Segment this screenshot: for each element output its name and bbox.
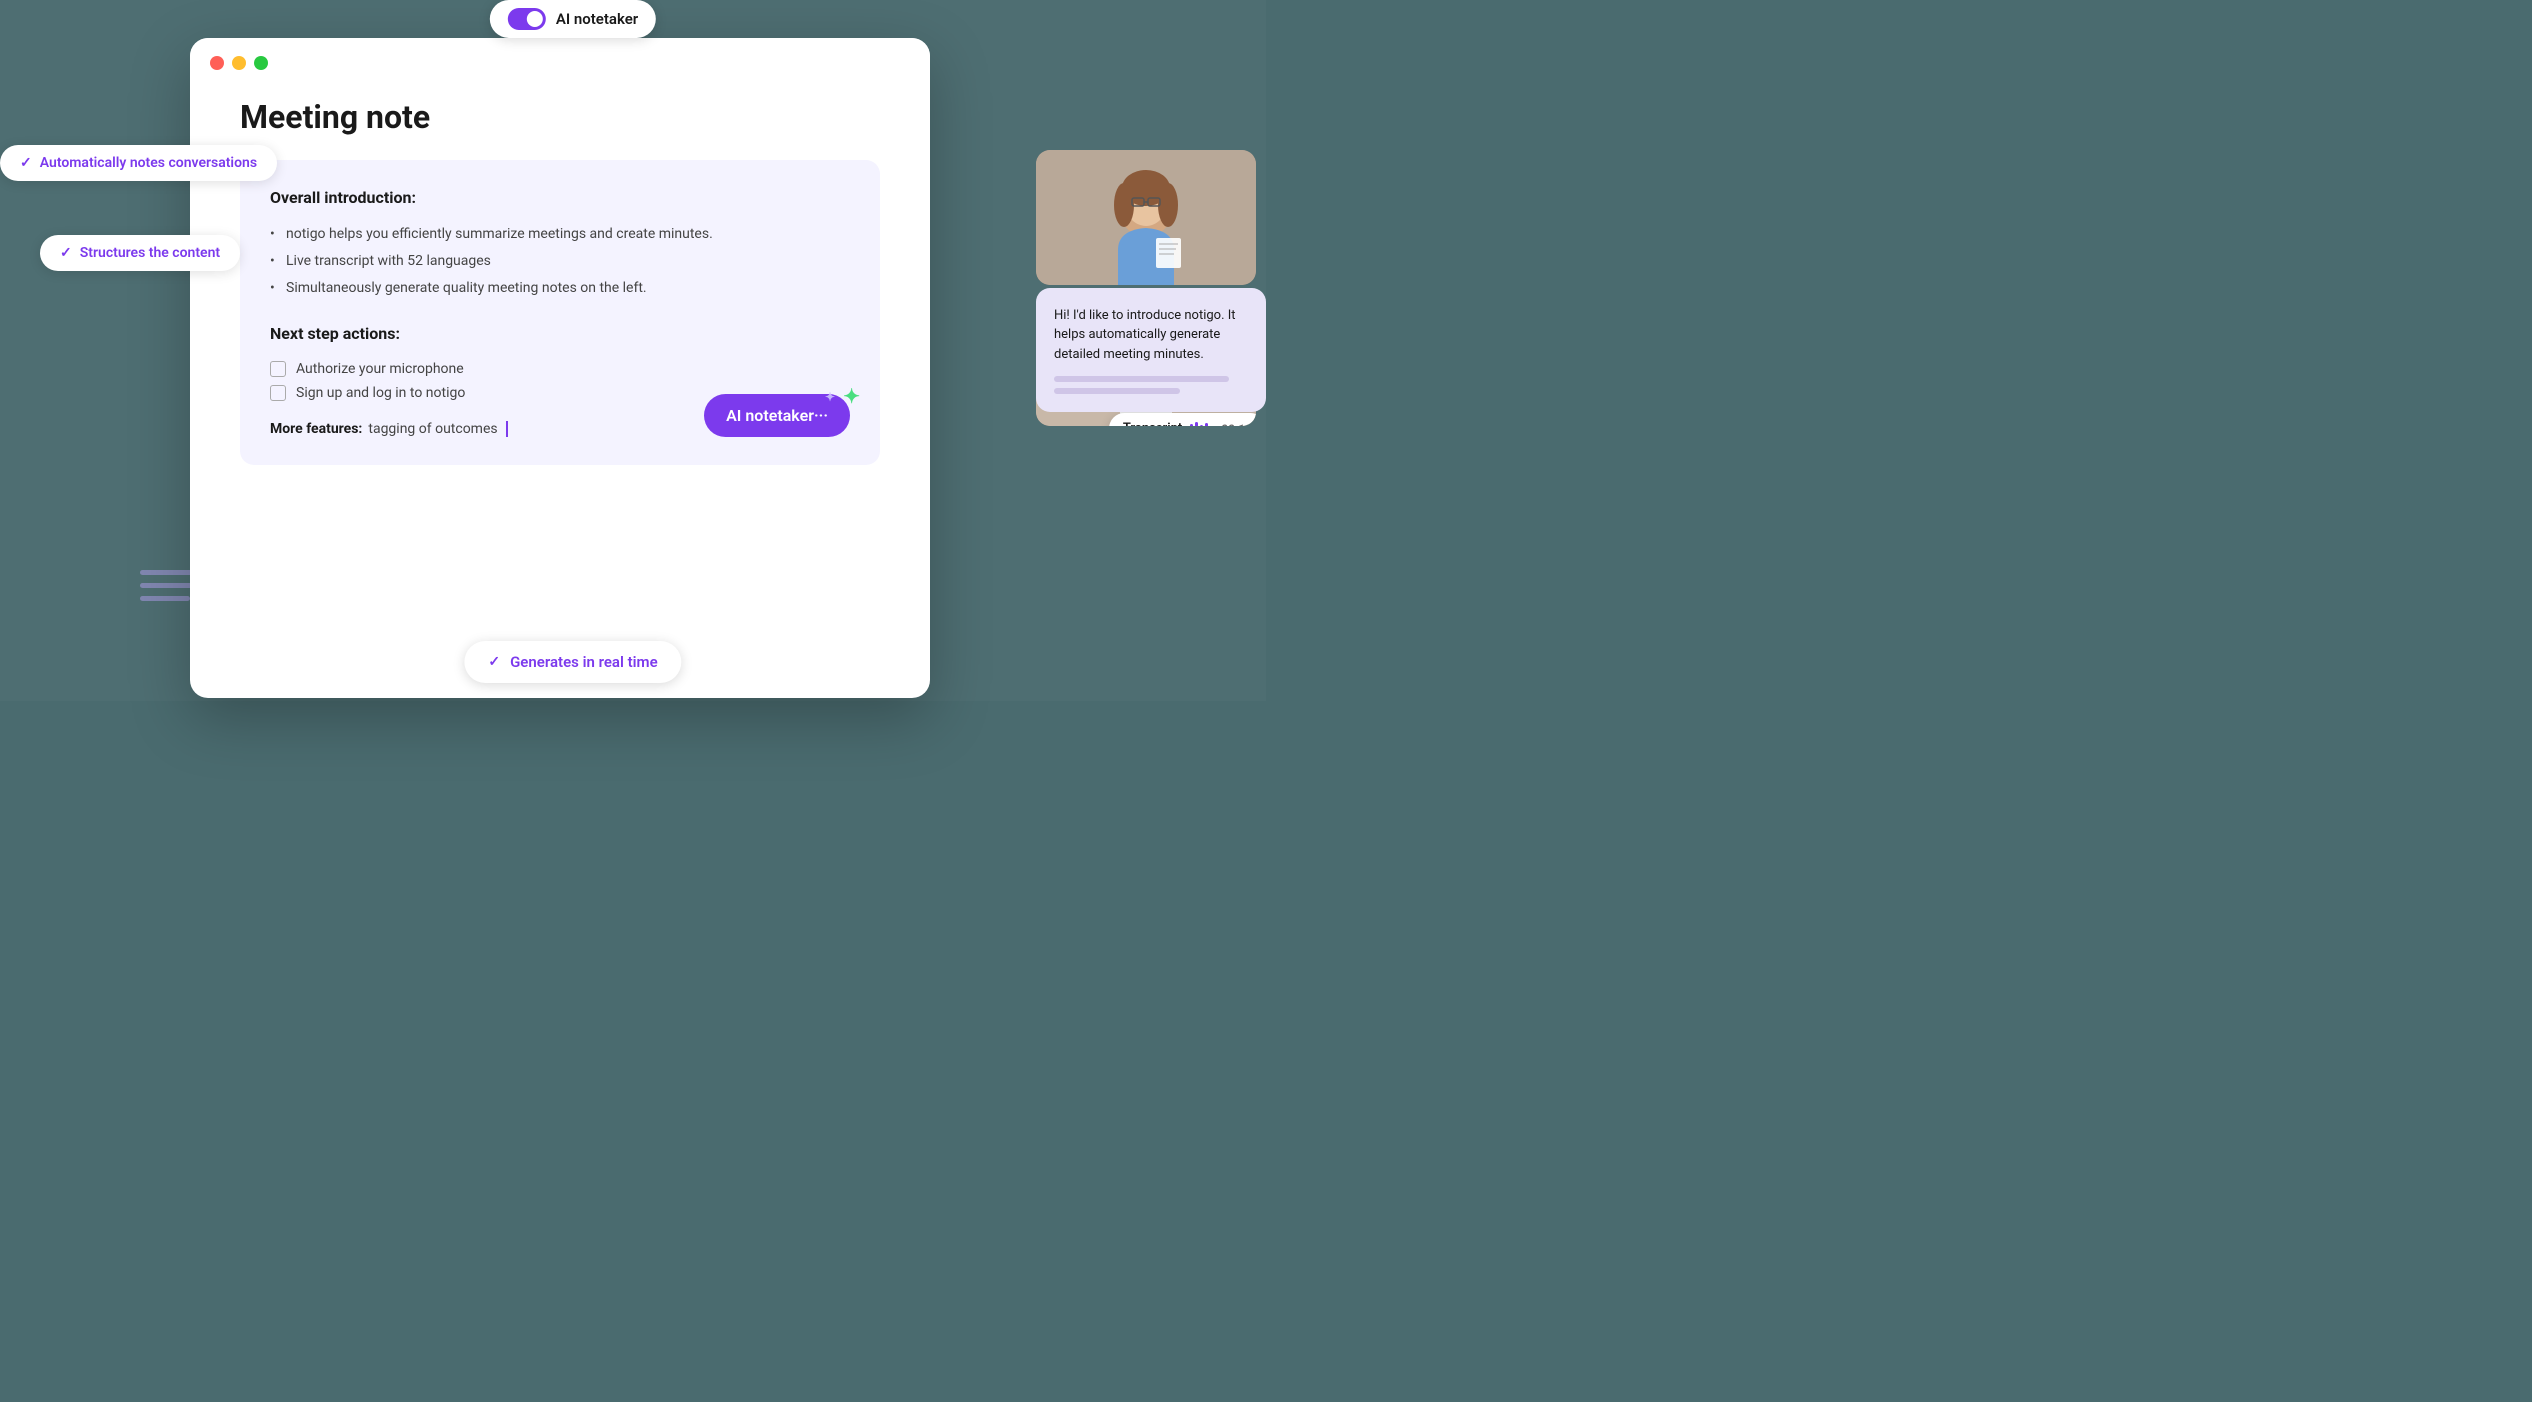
transcript-pill: Transcript 00:12 — [1109, 413, 1256, 426]
structures-label: Structures the content — [80, 245, 220, 261]
checkbox-1[interactable] — [270, 361, 286, 377]
transcript-fade-lines — [1054, 376, 1248, 394]
realtime-label: Generates in real time — [510, 653, 658, 671]
meeting-title: Meeting note — [240, 98, 880, 136]
video-card-1 — [1036, 150, 1256, 285]
ai-bubble-label: AI notetaker··· — [726, 406, 828, 425]
minimize-button[interactable] — [232, 56, 246, 70]
window-content: Meeting note Overall introduction: notig… — [190, 88, 930, 505]
toggle-knob — [527, 11, 543, 27]
more-features-text: tagging of outcomes — [368, 421, 497, 437]
main-window: Meeting note Overall introduction: notig… — [190, 38, 930, 698]
window-titlebar — [190, 38, 930, 88]
wave-bar-2 — [1195, 422, 1198, 427]
right-panel: Transcript 00:12 Hi! I'd like to introdu… — [1036, 150, 1266, 432]
maximize-button[interactable] — [254, 56, 268, 70]
wave-bar-1 — [1190, 424, 1193, 427]
transcript-time: 00:12 — [1221, 422, 1252, 427]
check-icon-auto-notes: ✓ — [20, 155, 32, 171]
wave-bar-4 — [1205, 423, 1208, 427]
checkbox-2[interactable] — [270, 385, 286, 401]
checkbox-label-2: Sign up and log in to notigo — [296, 385, 465, 401]
sparkle-small-icon: ✦ — [825, 390, 835, 404]
deco-line-3 — [140, 596, 190, 601]
transcript-bubble: Hi! I'd like to introduce notigo. It hel… — [1036, 288, 1266, 413]
ai-notetaker-toggle-pill[interactable]: AI notetaker — [490, 0, 656, 38]
structures-pill: ✓ Structures the content — [40, 235, 240, 271]
ai-notetaker-bubble[interactable]: AI notetaker··· ✦ ✦ — [704, 394, 850, 437]
text-cursor — [506, 421, 508, 437]
transcript-text: Hi! I'd like to introduce notigo. It hel… — [1054, 308, 1236, 362]
wave-bar-3 — [1200, 425, 1203, 427]
next-section: Next step actions: Authorize your microp… — [270, 324, 850, 405]
check-icon-structures: ✓ — [60, 245, 72, 261]
bullet-item-1: notigo helps you efficiently summarize m… — [270, 221, 850, 248]
toggle-switch[interactable] — [508, 8, 546, 30]
checkbox-label-1: Authorize your microphone — [296, 361, 464, 377]
section1-heading: Overall introduction: — [270, 188, 850, 207]
fade-line-1 — [1054, 376, 1229, 382]
sparkle-green-icon: ✦ — [843, 384, 860, 408]
checkbox-item-1: Authorize your microphone — [270, 357, 850, 381]
realtime-pill: ✓ Generates in real time — [464, 641, 681, 683]
video-feed-1 — [1036, 150, 1256, 285]
note-card: Overall introduction: notigo helps you e… — [240, 160, 880, 465]
bullet-item-2: Live transcript with 52 languages — [270, 248, 850, 275]
transcript-wave — [1190, 422, 1213, 427]
more-features-label: More features: — [270, 421, 362, 437]
auto-notes-label: Automatically notes conversations — [40, 155, 257, 171]
wave-bar-5 — [1210, 426, 1213, 427]
bullet-list: notigo helps you efficiently summarize m… — [270, 221, 850, 302]
check-icon-realtime: ✓ — [488, 654, 500, 670]
section2-heading: Next step actions: — [270, 324, 850, 343]
transcript-label: Transcript — [1123, 421, 1182, 426]
ai-toggle-label: AI notetaker — [556, 10, 638, 28]
bullet-item-3: Simultaneously generate quality meeting … — [270, 275, 850, 302]
fade-line-2 — [1054, 388, 1180, 394]
auto-notes-pill: ✓ Automatically notes conversations — [0, 145, 277, 181]
close-button[interactable] — [210, 56, 224, 70]
